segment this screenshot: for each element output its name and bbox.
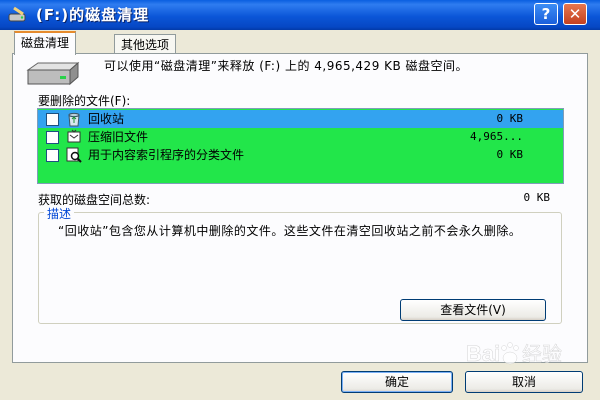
baidu-jingyan-watermark: Bai 经验	[466, 341, 563, 367]
index-catalog-files-checkbox[interactable]	[46, 149, 59, 162]
total-space-value: 0 KB	[523, 191, 551, 204]
description-text: “回收站”包含您从计算机中删除的文件。这些文件在清空回收站之前不会永久删除。	[58, 224, 522, 238]
list-item-size: 0 KB	[496, 112, 524, 125]
recycle-bin-icon	[68, 112, 80, 127]
list-item-name: 用于内容索引程序的分类文件	[88, 148, 245, 162]
close-button[interactable]: ✕	[563, 3, 587, 25]
hard-drive-icon	[26, 61, 80, 86]
files-to-delete-list[interactable]: 回收站 0 KB 压缩旧文件 4,965... 用于内容索引程序的分类文件 0 …	[37, 108, 564, 184]
list-item-name: 回收站	[88, 112, 125, 126]
svg-text:Bai: Bai	[466, 341, 500, 366]
list-item-index-catalog-files[interactable]: 用于内容索引程序的分类文件 0 KB	[38, 146, 563, 164]
view-files-button[interactable]: 查看文件(V)	[400, 299, 546, 321]
list-item-size: 0 KB	[496, 148, 524, 161]
compress-old-files-checkbox[interactable]	[46, 131, 59, 144]
cancel-button[interactable]: 取消	[465, 371, 583, 393]
index-search-icon	[66, 147, 82, 163]
ok-button[interactable]: 确定	[341, 371, 453, 393]
help-button[interactable]: ?	[534, 3, 558, 25]
svg-text:经验: 经验	[522, 342, 562, 366]
list-item-compress-old-files[interactable]: 压缩旧文件 4,965...	[38, 128, 563, 146]
recycle-bin-checkbox[interactable]	[46, 113, 59, 126]
tab-disk-cleanup[interactable]: 磁盘清理	[14, 31, 77, 55]
files-to-delete-label: 要删除的文件(F):	[38, 94, 131, 108]
list-item-name: 压缩旧文件	[88, 130, 149, 144]
disk-cleanup-icon	[8, 6, 26, 22]
title-bar[interactable]: (F:)的磁盘清理 ? ✕	[0, 0, 600, 30]
window-title: (F:)的磁盘清理	[36, 6, 150, 24]
intro-text: 可以使用“磁盘清理”来释放 (F:) 上的 4,965,429 KB 磁盘空间。	[104, 59, 469, 73]
compress-icon	[67, 129, 81, 143]
list-item-size: 4,965...	[470, 130, 523, 143]
list-item-recycle-bin[interactable]: 回收站 0 KB	[38, 110, 563, 128]
description-legend: 描述	[44, 205, 75, 222]
